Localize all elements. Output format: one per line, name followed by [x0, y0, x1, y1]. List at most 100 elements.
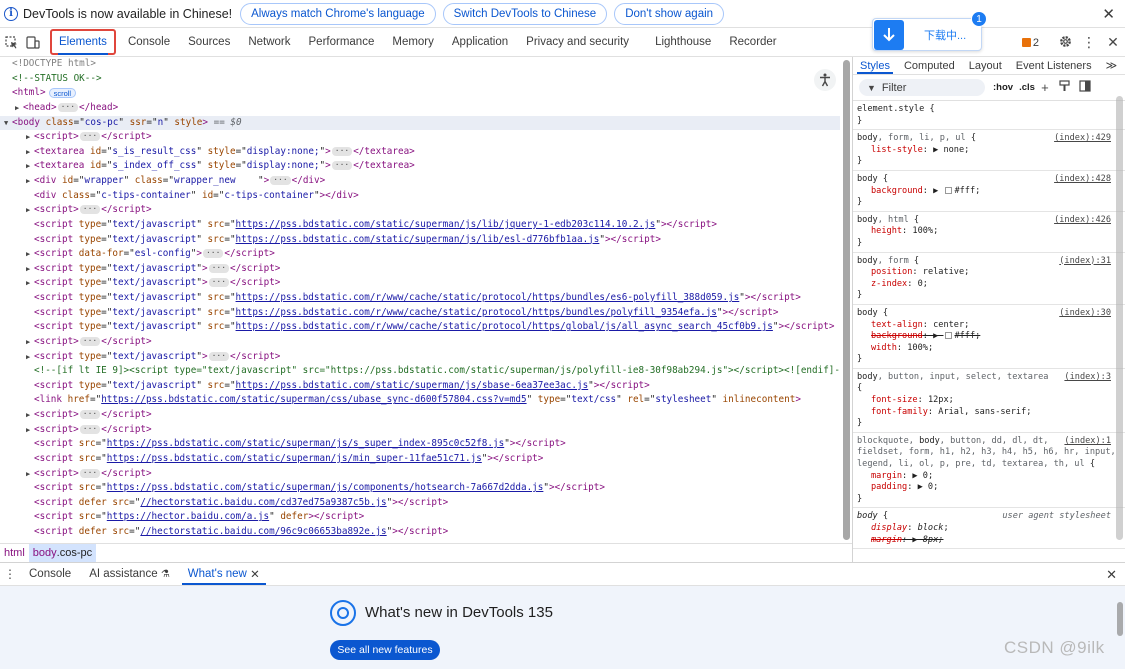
- dom-node-line[interactable]: ▶ <script> ··· </script>: [0, 423, 840, 438]
- drawer-tab-ai-assistance[interactable]: AI assistance ⚗: [80, 563, 179, 585]
- new-rule-plus-icon[interactable]: +: [1035, 80, 1055, 95]
- tab-sources[interactable]: Sources: [179, 28, 239, 56]
- dom-node-line[interactable]: <html> scroll: [0, 86, 840, 101]
- css-declaration[interactable]: list-style: ▶ none;: [857, 145, 1121, 157]
- css-declaration[interactable]: height: 100%;: [857, 226, 1121, 238]
- tab-application[interactable]: Application: [443, 28, 517, 56]
- tab-event-listeners[interactable]: Event Listeners: [1009, 57, 1099, 74]
- tab-console[interactable]: Console: [119, 28, 179, 56]
- expand-triangle-icon[interactable]: ▶: [26, 159, 34, 174]
- style-rule[interactable]: body {background: ▶ #fff;} (index):428: [853, 171, 1125, 212]
- switch-to-chinese-button[interactable]: Switch DevTools to Chinese: [442, 2, 608, 25]
- dom-node-line[interactable]: ▶ <script> ··· </script>: [0, 130, 840, 145]
- expand-triangle-icon[interactable]: ▶: [26, 174, 34, 189]
- tab-performance[interactable]: Performance: [300, 28, 384, 56]
- tab-privacy-and-security[interactable]: Privacy and security: [517, 28, 638, 56]
- style-rule[interactable]: element.style {}: [853, 101, 1125, 131]
- tab-computed[interactable]: Computed: [897, 57, 962, 74]
- dom-node-line[interactable]: ▶ <script type="text/javascript"> ··· </scr…: [0, 350, 840, 365]
- dom-node-line[interactable]: <script src="https://pss.bdstatic.com/st…: [0, 452, 840, 467]
- style-rule[interactable]: body {text-align: center; background: ▶ #…: [853, 305, 1125, 369]
- expand-triangle-icon[interactable]: ▶: [26, 145, 34, 160]
- class-toggle[interactable]: .cls: [1019, 82, 1035, 93]
- css-declaration[interactable]: font-size: 12px;: [857, 395, 1121, 407]
- css-declaration[interactable]: display: block;: [857, 523, 1121, 535]
- dom-node-line[interactable]: ▶ <textarea id="s_is_result_css" style="d…: [0, 145, 840, 160]
- expand-triangle-icon[interactable]: ▶: [26, 247, 34, 262]
- issues-counter[interactable]: 2: [1021, 37, 1039, 49]
- dom-node-line[interactable]: <script defer src="//hectorstatic.baidu.…: [0, 496, 840, 511]
- drawer-tab-console[interactable]: Console: [20, 563, 80, 585]
- dom-node-line[interactable]: <script src="https://pss.bdstatic.com/st…: [0, 437, 840, 452]
- breadcrumb-body[interactable]: body .cos-pc: [28, 543, 97, 563]
- styles-scrollbar[interactable]: [1116, 96, 1123, 540]
- css-declaration[interactable]: margin: ▶ 8px;: [857, 535, 1121, 547]
- accessibility-tree-icon[interactable]: [814, 69, 836, 91]
- css-declaration[interactable]: z-index: 0;: [857, 279, 1121, 291]
- dom-node-line[interactable]: ▼ <body class="cos-pc" ssr="n" style> == …: [0, 115, 840, 131]
- download-popup[interactable]: 下载中... 1: [872, 11, 987, 51]
- css-declaration[interactable]: margin: ▶ 0;: [857, 471, 1121, 483]
- dom-node-line[interactable]: <!--STATUS OK-->: [0, 72, 840, 87]
- tab-styles[interactable]: Styles: [853, 57, 897, 74]
- rule-source-link[interactable]: (index):3: [1064, 372, 1111, 382]
- tab-recorder[interactable]: Recorder: [720, 28, 785, 56]
- dom-node-line[interactable]: ▶ <script type="text/javascript"> ··· </scr…: [0, 276, 840, 291]
- settings-gear-icon[interactable]: [1053, 35, 1077, 51]
- paint-brush-icon[interactable]: [1055, 80, 1075, 95]
- rule-source-link[interactable]: (index):31: [1059, 256, 1111, 266]
- drawer-tab-whats-new[interactable]: What's new ✕: [179, 563, 269, 585]
- expand-triangle-icon[interactable]: ▶: [26, 350, 34, 365]
- dom-node-line[interactable]: <!--[if lt IE 9]><script type="text/java…: [0, 364, 840, 379]
- expand-triangle-icon[interactable]: ▶: [26, 423, 34, 438]
- css-declaration[interactable]: width: 100%;: [857, 343, 1121, 355]
- dom-node-line[interactable]: <div class="c-tips-container" id="c-tips…: [0, 189, 840, 204]
- dom-node-line[interactable]: <script type="text/javascript" src="http…: [0, 218, 840, 233]
- css-declaration[interactable]: padding: ▶ 0;: [857, 482, 1121, 494]
- tab-elements[interactable]: Elements: [50, 29, 116, 55]
- dom-node-line[interactable]: <link href="https://pss.bdstatic.com/sta…: [0, 393, 840, 408]
- dom-node-line[interactable]: <script src="https://pss.bdstatic.com/st…: [0, 481, 840, 496]
- style-rule[interactable]: body {display: block; margin: ▶ 8px; user …: [853, 508, 1125, 550]
- tab-memory[interactable]: Memory: [383, 28, 443, 56]
- dom-node-line[interactable]: <script type="text/javascript" src="http…: [0, 320, 840, 335]
- expand-triangle-icon[interactable]: ▶: [26, 408, 34, 423]
- expand-triangle-icon[interactable]: ▶: [26, 130, 34, 145]
- close-devtools-icon[interactable]: ✕: [1101, 34, 1125, 51]
- expand-triangle-icon[interactable]: ▶: [26, 203, 34, 218]
- style-rule[interactable]: body, form {position: relative; z-index: …: [853, 253, 1125, 305]
- dom-node-line[interactable]: ▶ <script> ··· </script>: [0, 467, 840, 482]
- style-rule[interactable]: body, html {height: 100%;} (index):426: [853, 212, 1125, 253]
- rule-source-link[interactable]: (index):426: [1054, 215, 1111, 225]
- dom-tree-scroll-thumb[interactable]: [843, 60, 850, 540]
- dom-node-line[interactable]: ▶ <textarea id="s_index_off_css" style="d…: [0, 159, 840, 174]
- rule-source-link[interactable]: (index):30: [1059, 308, 1111, 318]
- tab-lighthouse[interactable]: Lighthouse: [646, 28, 720, 56]
- dom-node-line[interactable]: <script type="text/javascript" src="http…: [0, 291, 840, 306]
- toggle-sidebar-icon[interactable]: [1075, 80, 1095, 95]
- dom-node-line[interactable]: <!DOCTYPE html>: [0, 57, 840, 72]
- breadcrumb-html[interactable]: html: [0, 544, 29, 563]
- close-drawer-icon[interactable]: ✕: [1106, 567, 1117, 583]
- expand-triangle-icon[interactable]: ▶: [15, 101, 23, 116]
- dom-node-line[interactable]: ▶ <script> ··· </script>: [0, 408, 840, 423]
- dom-tree[interactable]: <!DOCTYPE html> <!--STATUS OK--> <html> scr…: [0, 57, 840, 543]
- dom-node-line[interactable]: ▶ <head> ··· </head>: [0, 101, 840, 116]
- close-tab-icon[interactable]: ✕: [250, 567, 260, 581]
- style-rule[interactable]: blockquote, body, button, dd, dl, dt, fie…: [853, 433, 1125, 509]
- css-declaration[interactable]: text-align: center;: [857, 320, 1121, 332]
- dom-node-line[interactable]: ▶ <script> ··· </script>: [0, 335, 840, 350]
- style-rule[interactable]: body, button, input, select, textarea{fo…: [853, 369, 1125, 433]
- tab-layout[interactable]: Layout: [962, 57, 1009, 74]
- drawer-menu-icon[interactable]: ⋮: [0, 563, 20, 585]
- more-tabs-icon[interactable]: ≫: [1099, 57, 1125, 74]
- rule-source-link[interactable]: (index):428: [1054, 174, 1111, 184]
- rule-source-link[interactable]: (index):429: [1054, 133, 1111, 143]
- see-all-features-button[interactable]: See all new features: [330, 640, 440, 660]
- close-icon[interactable]: ✕: [1102, 5, 1115, 23]
- hover-state-toggle[interactable]: :hov: [993, 82, 1013, 93]
- expand-triangle-icon[interactable]: ▶: [26, 276, 34, 291]
- dom-node-line[interactable]: <script type="text/javascript" src="http…: [0, 379, 840, 394]
- styles-filter-input[interactable]: ▼ Filter: [859, 79, 985, 96]
- style-rule[interactable]: body, form, li, p, ul {list-style: ▶ non…: [853, 130, 1125, 171]
